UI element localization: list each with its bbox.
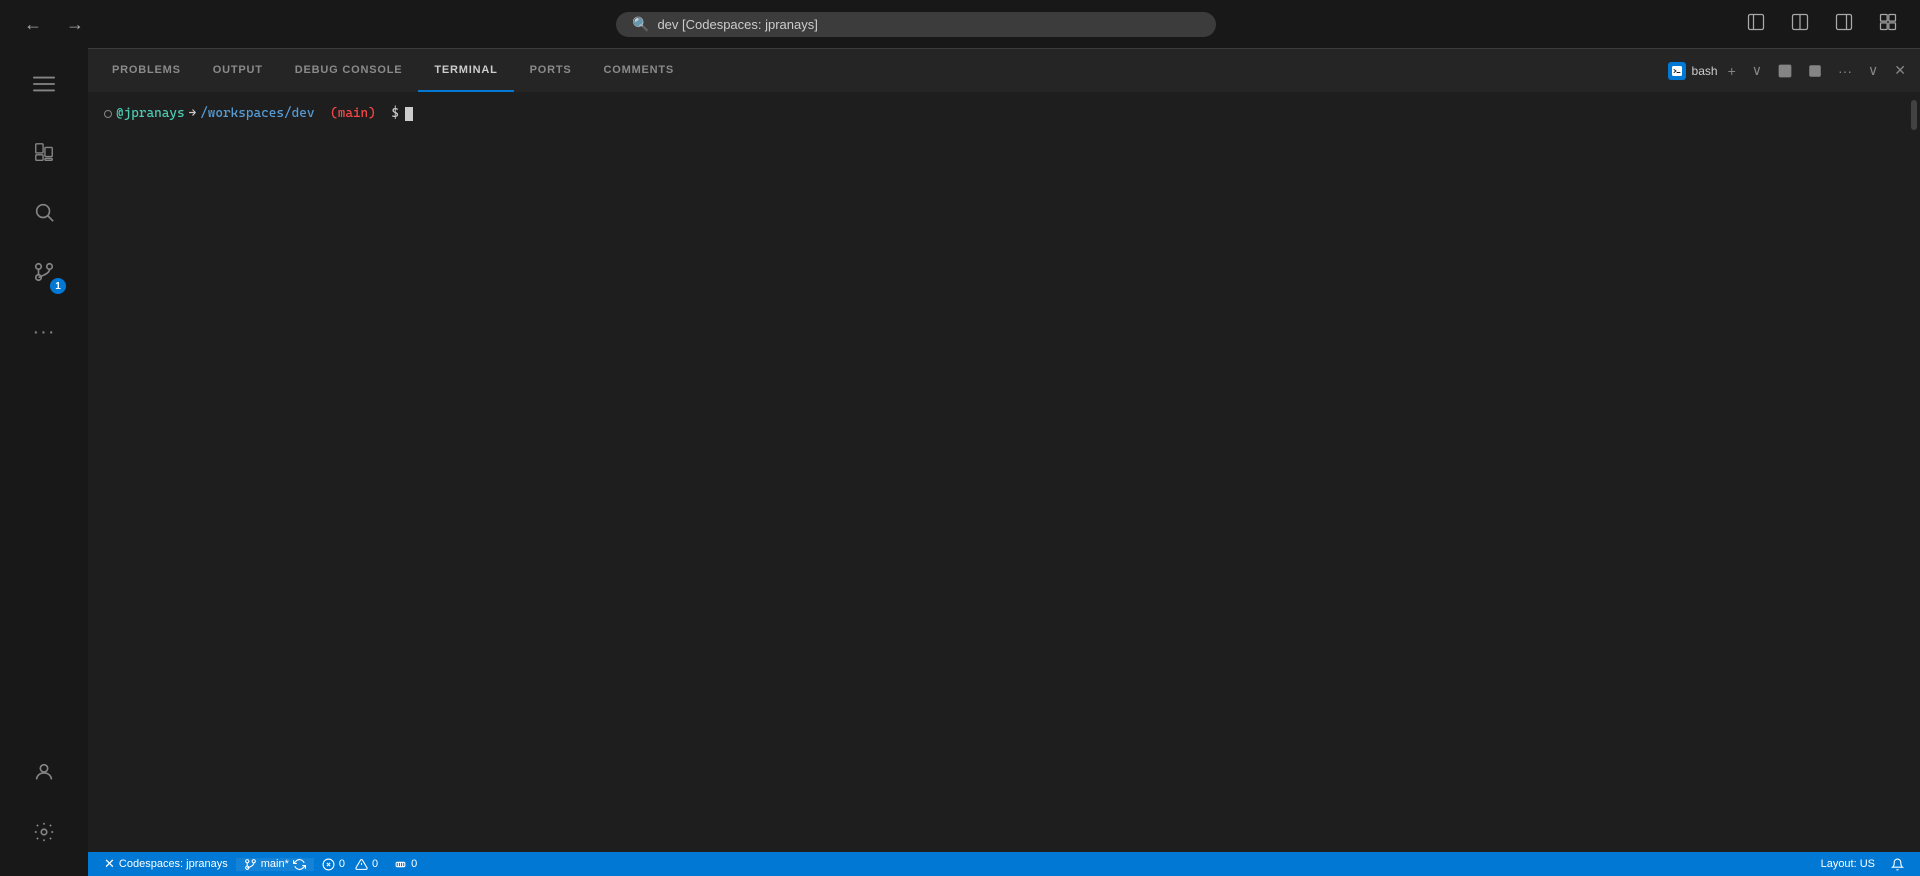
bash-label: bash bbox=[1668, 62, 1718, 80]
panel-tabs-right: bash + ∨ bbox=[1668, 59, 1912, 82]
activity-bar: 1 ··· bbox=[0, 48, 88, 876]
sync-icon bbox=[293, 858, 306, 871]
sidebar-item-explorer[interactable] bbox=[16, 124, 72, 180]
terminal-path: /workspaces/dev bbox=[200, 104, 314, 125]
terminal-scrollbar-thumb bbox=[1911, 100, 1917, 130]
activity-bar-bottom bbox=[16, 744, 72, 860]
toggle-editor-layout-button[interactable] bbox=[1784, 10, 1816, 39]
search-icon: 🔍 bbox=[632, 16, 649, 33]
terminal-user: @jpranays bbox=[116, 104, 185, 125]
statusbar-layout[interactable]: Layout: US bbox=[1813, 858, 1883, 870]
terminal-scrollbar[interactable] bbox=[1908, 92, 1920, 852]
toggle-secondary-sidebar-button[interactable] bbox=[1828, 10, 1860, 39]
warning-icon bbox=[355, 858, 368, 871]
titlebar-nav: ← → bbox=[16, 10, 92, 39]
terminal-cursor bbox=[405, 107, 413, 121]
sidebar-item-settings[interactable] bbox=[16, 804, 72, 860]
statusbar-codespaces[interactable]: ✕ Codespaces: jpranays bbox=[96, 856, 236, 872]
main-area: 1 ··· bbox=[0, 48, 1920, 876]
branch-icon bbox=[244, 858, 257, 871]
statusbar-right: Layout: US bbox=[1813, 858, 1912, 871]
activity-bar-top: 1 ··· bbox=[16, 56, 72, 740]
statusbar-ports[interactable]: 0 bbox=[386, 858, 425, 871]
remote-icon: ✕ bbox=[104, 856, 115, 872]
sidebar-item-search[interactable] bbox=[16, 184, 72, 240]
back-button[interactable]: ← bbox=[16, 10, 50, 39]
close-panel-button[interactable]: ✕ bbox=[1888, 59, 1912, 82]
terminal-area[interactable]: @jpranays → /workspaces/dev (main) $ bbox=[88, 92, 1920, 852]
terminal-dollar: $ bbox=[391, 104, 399, 125]
toggle-primary-sidebar-button[interactable] bbox=[1740, 10, 1772, 39]
sidebar-item-hamburger[interactable] bbox=[16, 56, 72, 112]
ports-icon bbox=[394, 858, 407, 871]
launch-profile-button[interactable]: ∨ bbox=[1746, 59, 1768, 82]
titlebar: ← → 🔍 bbox=[0, 0, 1920, 48]
statusbar-left: ✕ Codespaces: jpranays main* bbox=[96, 856, 425, 872]
terminal-arrow: → bbox=[189, 104, 197, 125]
customize-layout-button[interactable] bbox=[1872, 10, 1904, 39]
prompt-circle bbox=[104, 110, 112, 118]
statusbar: ✕ Codespaces: jpranays main* bbox=[88, 852, 1920, 876]
tab-terminal[interactable]: TERMINAL bbox=[418, 49, 513, 92]
bell-icon bbox=[1891, 858, 1904, 871]
add-terminal-button[interactable]: + bbox=[1722, 60, 1742, 82]
tab-ports[interactable]: PORTS bbox=[514, 49, 588, 92]
forward-button[interactable]: → bbox=[58, 10, 92, 39]
content-area: PROBLEMS OUTPUT DEBUG CONSOLE TERMINAL P… bbox=[88, 48, 1920, 876]
terminal-prompt-line: @jpranays → /workspaces/dev (main) $ bbox=[104, 104, 1904, 125]
titlebar-search[interactable]: 🔍 bbox=[616, 12, 1216, 37]
terminal-branch: (main) bbox=[330, 104, 376, 125]
toggle-panel-size-button[interactable]: ∨ bbox=[1862, 59, 1884, 82]
bash-icon bbox=[1668, 62, 1686, 80]
tab-problems[interactable]: PROBLEMS bbox=[96, 49, 197, 92]
panel-tabs: PROBLEMS OUTPUT DEBUG CONSOLE TERMINAL P… bbox=[88, 48, 1920, 92]
sidebar-item-extensions[interactable]: ··· bbox=[16, 304, 72, 360]
statusbar-branch[interactable]: main* bbox=[236, 858, 314, 871]
search-input[interactable] bbox=[657, 17, 1200, 32]
source-control-badge: 1 bbox=[50, 278, 66, 294]
sidebar-item-source-control[interactable]: 1 bbox=[16, 244, 72, 300]
tab-output[interactable]: OUTPUT bbox=[197, 49, 279, 92]
tab-debug-console[interactable]: DEBUG CONSOLE bbox=[279, 49, 419, 92]
panel-tabs-left: PROBLEMS OUTPUT DEBUG CONSOLE TERMINAL P… bbox=[96, 49, 690, 92]
error-icon bbox=[322, 858, 335, 871]
titlebar-right bbox=[1740, 10, 1904, 39]
kill-terminal-button[interactable] bbox=[1802, 61, 1828, 81]
statusbar-bell[interactable] bbox=[1883, 858, 1912, 871]
split-terminal-button[interactable] bbox=[1772, 61, 1798, 81]
statusbar-errors[interactable]: 0 0 bbox=[314, 858, 386, 871]
more-actions-button[interactable]: ··· bbox=[1832, 60, 1858, 82]
sidebar-item-account[interactable] bbox=[16, 744, 72, 800]
tab-comments[interactable]: COMMENTS bbox=[588, 49, 691, 92]
